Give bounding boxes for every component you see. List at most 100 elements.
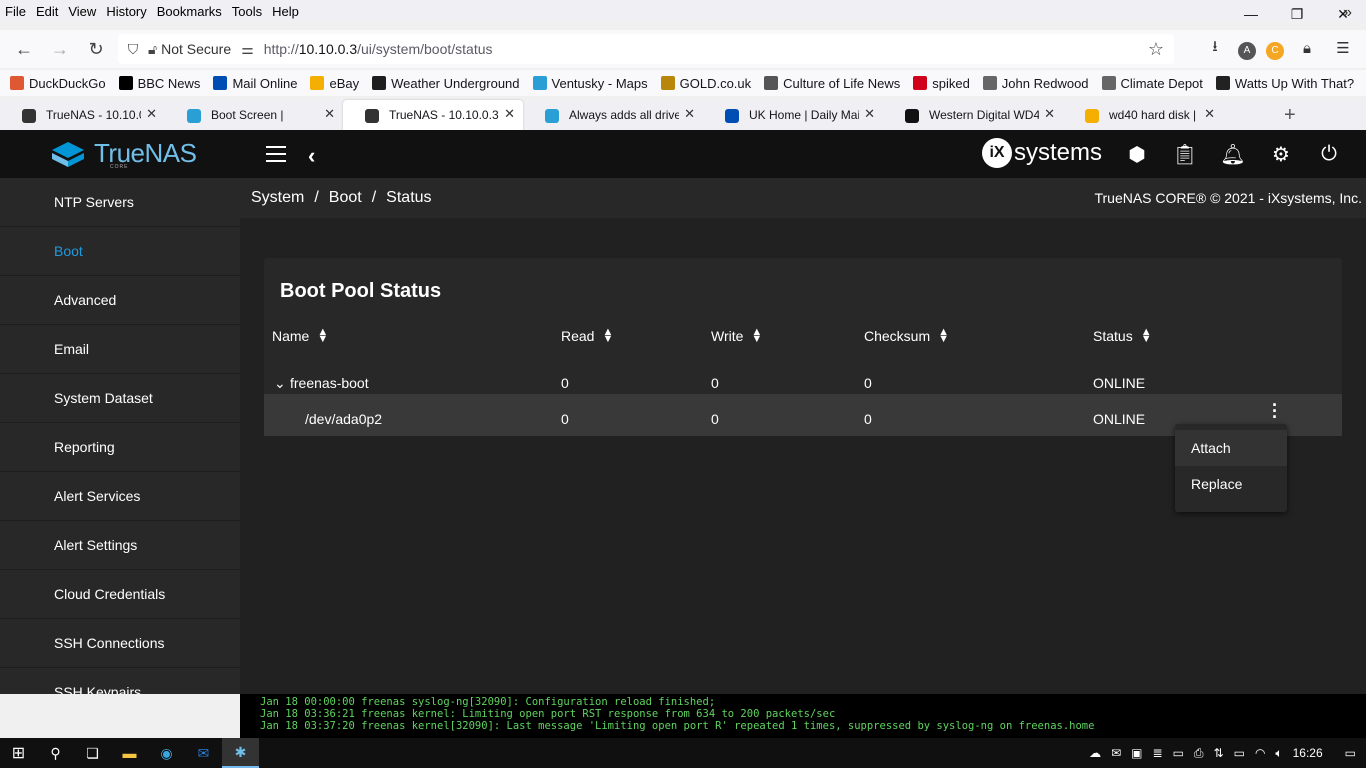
tab-close-icon[interactable]: ✕ — [324, 106, 335, 122]
restore-icon[interactable]: ❐ — [1274, 0, 1320, 28]
breadcrumb-boot[interactable]: Boot — [329, 189, 362, 207]
volume-icon[interactable]: 🔈︎ — [1275, 746, 1282, 761]
power-icon[interactable]: ⏻ — [1316, 140, 1342, 168]
bookmark-item[interactable]: Mail Online — [213, 76, 297, 91]
breadcrumb-system[interactable]: System — [251, 189, 304, 207]
column-header-name[interactable]: Name ▲ ▼ — [272, 327, 328, 345]
url-bar[interactable]: ⛉ 🔓︎ Not Secure ⚌ http://10.10.0.3/ui/sy… — [118, 34, 1174, 64]
sidebar-item[interactable]: Email — [0, 325, 240, 374]
tab-close-icon[interactable]: ✕ — [146, 106, 157, 122]
tray-icon[interactable]: ⎙ — [1194, 746, 1204, 761]
outlook-icon[interactable]: ✉ — [185, 738, 222, 768]
browser-tab[interactable]: TrueNAS - 10.10.0.3 ✕ — [0, 100, 165, 130]
windows-start-icon[interactable]: ⊞ — [0, 738, 37, 768]
task-view-icon[interactable]: ❏ — [74, 738, 111, 768]
menu-attach[interactable]: Attach — [1175, 430, 1287, 466]
browser-tab[interactable]: Always adds all drives ✕ — [523, 100, 703, 130]
menu-tools[interactable]: Tools — [227, 4, 267, 19]
column-header-status[interactable]: Status ▲ ▼ — [1093, 327, 1152, 345]
expand-chevron-icon[interactable]: ⌄ — [274, 375, 286, 392]
bookmark-item[interactable]: spiked — [913, 76, 970, 91]
sidebar-item[interactable]: SSH Keypairs — [0, 668, 240, 694]
new-tab-icon[interactable]: + — [1284, 104, 1296, 127]
bookmark-item[interactable]: Watts Up With That? — [1215, 76, 1354, 91]
tray-app-icon[interactable]: ▣ — [1131, 746, 1142, 760]
sidebar-item[interactable]: Alert Settings — [0, 521, 240, 570]
sidebar-item[interactable]: Alert Services — [0, 472, 240, 521]
bookmarks-overflow-icon[interactable]: » — [1343, 4, 1352, 22]
onedrive-icon[interactable]: ☁ — [1089, 746, 1101, 760]
display-icon[interactable]: ▭ — [1173, 746, 1184, 760]
shield-icon[interactable]: ⛉ — [118, 41, 148, 58]
ixsystems-logo[interactable]: iX systems — [982, 138, 1102, 168]
browser-tab[interactable]: Boot Screen | ✕ — [165, 100, 343, 130]
sidebar-item[interactable]: System Dataset — [0, 374, 240, 423]
forward-icon[interactable]: → — [42, 33, 78, 65]
menu-help[interactable]: Help — [267, 4, 304, 19]
file-explorer-icon[interactable]: ▬ — [111, 738, 148, 768]
bell-icon[interactable]: 🔔︎ — [1220, 140, 1246, 168]
notifications-icon[interactable]: ▭ — [1345, 746, 1356, 760]
clipboard-icon[interactable]: 📋︎ — [1172, 140, 1198, 168]
mail-icon[interactable]: ✉ — [1111, 746, 1121, 760]
more-options-icon[interactable]: · · · — [1272, 396, 1278, 426]
hamburger-icon[interactable] — [266, 146, 286, 162]
browser-tab[interactable]: TrueNAS - 10.10.0.3 ✕ — [343, 100, 523, 130]
menu-edit[interactable]: Edit — [31, 4, 63, 19]
bookmark-star-icon[interactable]: ☆ — [1148, 39, 1164, 60]
search-icon[interactable]: ⚲ — [37, 738, 74, 768]
sidebar-item[interactable]: Reporting — [0, 423, 240, 472]
database-icon[interactable]: ≣ — [1153, 746, 1163, 760]
bookmark-item[interactable]: GOLD.co.uk — [660, 76, 751, 91]
browser-tab[interactable]: Western Digital WD40E ✕ — [883, 100, 1063, 130]
bookmark-item[interactable]: John Redwood — [982, 76, 1089, 91]
menu-file[interactable]: File — [0, 4, 31, 19]
clock-time[interactable]: 16:26 — [1293, 746, 1323, 760]
menu-bookmarks[interactable]: Bookmarks — [152, 4, 227, 19]
downloads-icon[interactable]: ⭳ — [1202, 34, 1228, 62]
lock-icon[interactable]: 🔒︎ — [1294, 34, 1320, 62]
truecommand-icon[interactable]: ⬢ — [1124, 140, 1150, 168]
collapse-arrow-icon[interactable]: ‹ — [308, 143, 315, 169]
column-header-write[interactable]: Write ▲ ▼ — [711, 327, 762, 345]
truenas-logo[interactable]: TrueNAS CORE — [50, 138, 197, 170]
account-icon[interactable]: A — [1238, 41, 1256, 60]
menu-view[interactable]: View — [63, 4, 101, 19]
sidebar-item[interactable]: Boot — [0, 227, 240, 276]
gear-icon[interactable]: ⚙ — [1268, 140, 1294, 168]
browser-tab[interactable]: wd40 hard disk | eBay ✕ — [1063, 100, 1223, 130]
back-icon[interactable]: ← — [6, 33, 42, 65]
truenas-app-icon[interactable]: ✱ — [222, 738, 259, 768]
sidebar-item[interactable]: Advanced — [0, 276, 240, 325]
sidebar-item[interactable]: SSH Connections — [0, 619, 240, 668]
tab-close-icon[interactable]: ✕ — [504, 106, 515, 122]
bookmark-item[interactable]: eBay — [310, 76, 359, 91]
menu-history[interactable]: History — [101, 4, 151, 19]
edge-icon[interactable]: ◉ — [148, 738, 185, 768]
bookmark-item[interactable]: Culture of Life News — [764, 76, 900, 91]
sidebar-item[interactable]: Cloud Credentials — [0, 570, 240, 619]
menu-replace[interactable]: Replace — [1175, 466, 1287, 502]
sidebar-item[interactable]: NTP Servers — [0, 178, 240, 227]
browser-tab[interactable]: UK Home | Daily Mail O ✕ — [703, 100, 883, 130]
tab-close-icon[interactable]: ✕ — [864, 106, 875, 122]
wifi-icon[interactable]: ◠ — [1255, 746, 1265, 760]
bookmark-item[interactable]: Weather Underground — [372, 76, 520, 91]
bookmark-item[interactable]: DuckDuckGo — [10, 76, 106, 91]
extension-icon[interactable]: C — [1266, 41, 1284, 60]
bookmark-item[interactable]: BBC News — [118, 76, 200, 91]
bookmark-item[interactable]: Ventusky - Maps — [532, 76, 648, 91]
column-header-read[interactable]: Read ▲ ▼ — [561, 327, 613, 345]
app-menu-icon[interactable]: ☰ — [1330, 34, 1356, 62]
battery-icon[interactable]: ▭ — [1234, 746, 1245, 760]
url-text[interactable]: http://10.10.0.3/ui/system/boot/status — [254, 41, 493, 57]
insecure-lock-icon[interactable]: 🔓︎ — [148, 41, 157, 58]
minimize-icon[interactable]: — — [1228, 0, 1274, 28]
network-tray-icon[interactable]: ⇅ — [1214, 746, 1224, 760]
tab-close-icon[interactable]: ✕ — [684, 106, 695, 122]
bookmark-item[interactable]: Climate Depot — [1101, 76, 1203, 91]
column-header-checksum[interactable]: Checksum ▲ ▼ — [864, 327, 949, 345]
reload-icon[interactable]: ↻ — [78, 33, 114, 65]
permissions-icon[interactable]: ⚌ — [241, 41, 254, 58]
tab-close-icon[interactable]: ✕ — [1204, 106, 1215, 122]
